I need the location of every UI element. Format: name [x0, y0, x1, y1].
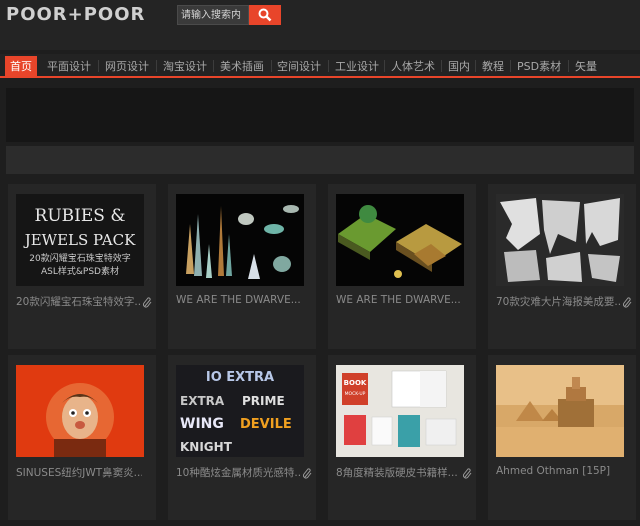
nav-item-home[interactable]: 首页	[5, 56, 37, 78]
card-thumbnail[interactable]: BOOK MOCK-UP	[336, 365, 464, 457]
gallery-card[interactable]: BOOK MOCK-UP 8角度精装版硬皮书籍样...	[328, 355, 476, 520]
nav-item-body-art[interactable]: 人体艺术	[386, 56, 440, 78]
card-title[interactable]: 8角度精装版硬皮书籍样...	[336, 465, 462, 480]
thumb-text-line4: WING	[180, 416, 224, 432]
nav-divider	[510, 60, 511, 72]
metal-text-effects-image: IO EXTRA EXTRA PRIME WING DEVILE KNIGHT	[176, 365, 304, 457]
dwarves-terrain-image	[336, 194, 464, 286]
nav-item-tutorials[interactable]: 教程	[477, 56, 509, 78]
card-title[interactable]: 70款灾难大片海报美成要...	[496, 294, 622, 309]
gallery-card[interactable]: WE ARE THE DWARVE...	[328, 184, 476, 349]
card-title[interactable]: Ahmed Othman [15P]	[496, 465, 622, 477]
card-title[interactable]: 20款闪耀宝石珠宝特效字...	[16, 294, 142, 309]
nav-divider	[98, 60, 99, 72]
attachment-icon	[623, 297, 632, 308]
nav-divider	[156, 60, 157, 72]
thumb-text-line1: IO EXTRA	[206, 370, 274, 385]
card-thumbnail[interactable]: IO EXTRA EXTRA PRIME WING DEVILE KNIGHT	[176, 365, 304, 457]
gallery-card[interactable]: WE ARE THE DWARVE...	[168, 184, 316, 349]
card-title[interactable]: WE ARE THE DWARVE...	[336, 294, 462, 306]
gallery-card[interactable]: 70款灾难大片海报美成要...	[488, 184, 636, 349]
attachment-icon	[463, 468, 472, 479]
nav-divider	[384, 60, 385, 72]
gallery-card[interactable]: RUBIES & JEWELS PACK 20款闪耀宝石珠宝特效字 ASL样式&…	[8, 184, 156, 349]
nav-divider	[213, 60, 214, 72]
site-logo[interactable]: POOR+POOR	[6, 4, 145, 25]
card-thumbnail[interactable]	[496, 365, 624, 457]
thumb-text-line3: 20款闪耀宝石珠宝特效字	[29, 252, 130, 264]
gallery-card[interactable]: IO EXTRA EXTRA PRIME WING DEVILE KNIGHT …	[168, 355, 316, 520]
nav-item-graphic-design[interactable]: 平面设计	[42, 56, 96, 78]
gallery-card[interactable]: Ahmed Othman [15P]	[488, 355, 636, 520]
nav-item-domestic[interactable]: 国内	[443, 56, 475, 78]
search-button[interactable]	[249, 5, 281, 25]
sinuses-ad-image	[16, 365, 144, 457]
nav-divider	[328, 60, 329, 72]
thumb-text-line2: MOCK-UP	[345, 391, 366, 397]
sub-banner-area	[6, 146, 634, 174]
nav-divider	[441, 60, 442, 72]
site-header: POOR+POOR	[0, 0, 640, 50]
thumb-text-line2: EXTRA	[180, 394, 225, 408]
search-input[interactable]	[177, 5, 249, 25]
nav-divider	[475, 60, 476, 72]
search-icon	[258, 8, 272, 22]
card-title[interactable]: 10种酷炫金属材质光感特...	[176, 465, 302, 480]
attachment-icon	[303, 468, 312, 479]
thumb-text-line3: PRIME	[242, 394, 285, 408]
card-thumbnail[interactable]	[336, 194, 464, 286]
thumb-text-line5: DEVILE	[240, 417, 292, 432]
nav-divider	[568, 60, 569, 72]
card-thumbnail[interactable]	[16, 365, 144, 457]
book-mockup-image: BOOK MOCK-UP	[336, 365, 464, 457]
thumb-text-line2: JEWELS PACK	[23, 231, 136, 249]
nav-item-industrial-design[interactable]: 工业设计	[330, 56, 384, 78]
thumb-text-line6: KNIGHT	[180, 440, 233, 454]
nav-item-taobao-design[interactable]: 淘宝设计	[158, 56, 212, 78]
banner-area	[6, 88, 634, 142]
thumb-text-line1: RUBIES &	[35, 206, 126, 226]
nav-item-space-design[interactable]: 空间设计	[272, 56, 326, 78]
card-title[interactable]: WE ARE THE DWARVE...	[176, 294, 302, 306]
card-thumbnail[interactable]	[176, 194, 304, 286]
dwarves-crystals-image	[176, 194, 304, 286]
nav-item-web-design[interactable]: 网页设计	[100, 56, 154, 78]
card-thumbnail[interactable]: RUBIES & JEWELS PACK 20款闪耀宝石珠宝特效字 ASL样式&…	[16, 194, 144, 286]
search-bar	[177, 5, 281, 25]
gallery-card[interactable]: SINUSES纽约JWT鼻窦炎...	[8, 355, 156, 520]
card-title[interactable]: SINUSES纽约JWT鼻窦炎...	[16, 465, 142, 480]
desert-city-image	[496, 365, 624, 457]
nav-item-illustration[interactable]: 美术插画	[215, 56, 269, 78]
disaster-posters-image	[496, 194, 624, 286]
card-thumbnail[interactable]	[496, 194, 624, 286]
thumb-text-line4: ASL样式&PSD素材	[41, 265, 119, 277]
nav-item-vector[interactable]: 矢量	[570, 56, 602, 78]
attachment-icon	[143, 297, 152, 308]
nav-item-psd[interactable]: PSD素材	[512, 56, 566, 78]
thumb-text-line1: BOOK	[344, 379, 367, 387]
jewels-pack-image: RUBIES & JEWELS PACK 20款闪耀宝石珠宝特效字 ASL样式&…	[16, 194, 144, 286]
main-nav: 首页 平面设计 网页设计 淘宝设计 美术插画 空间设计 工业设计 人体艺术 国内…	[0, 54, 640, 78]
